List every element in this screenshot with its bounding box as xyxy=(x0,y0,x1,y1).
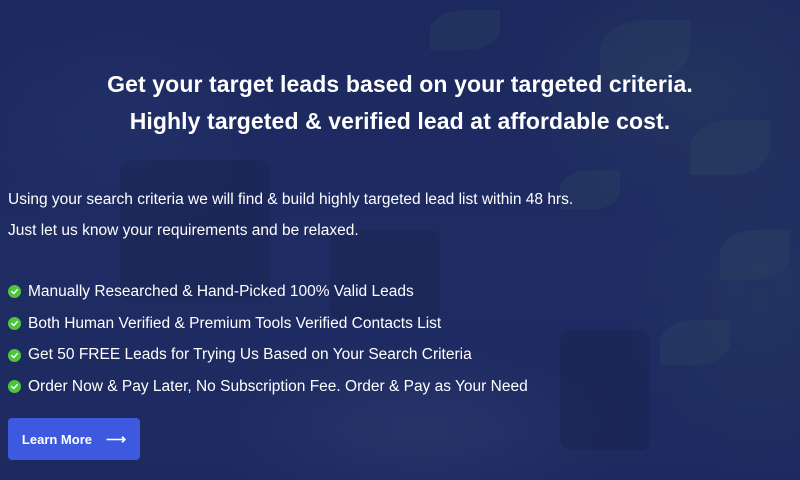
arrow-right-icon: ⟶ xyxy=(106,430,127,447)
feature-list: Manually Researched & Hand-Picked 100% V… xyxy=(8,276,528,403)
hero-headline: Get your target leads based on your targ… xyxy=(0,66,800,140)
intro-line-1: Using your search criteria we will find … xyxy=(8,191,574,208)
check-circle-icon xyxy=(8,285,21,299)
check-circle-icon xyxy=(8,380,21,394)
feature-item: Both Human Verified & Premium Tools Veri… xyxy=(8,308,528,340)
feature-text: Order Now & Pay Later, No Subscription F… xyxy=(28,377,528,395)
feature-text: Get 50 FREE Leads for Trying Us Based on… xyxy=(28,346,472,364)
check-circle-icon xyxy=(8,317,21,331)
intro-line-2: Just let us know your requirements and b… xyxy=(8,222,359,239)
hero-section: Get your target leads based on your targ… xyxy=(0,0,800,480)
hero-intro: Using your search criteria we will find … xyxy=(8,184,573,246)
feature-text: Manually Researched & Hand-Picked 100% V… xyxy=(28,282,414,300)
feature-item: Manually Researched & Hand-Picked 100% V… xyxy=(8,276,528,308)
learn-more-button[interactable]: Learn More ⟶ xyxy=(8,418,140,460)
learn-more-label: Learn More xyxy=(21,431,92,447)
feature-text: Both Human Verified & Premium Tools Veri… xyxy=(28,314,442,332)
feature-item: Order Now & Pay Later, No Subscription F… xyxy=(8,371,528,403)
feature-item: Get 50 FREE Leads for Trying Us Based on… xyxy=(8,339,528,371)
check-circle-icon xyxy=(8,348,21,362)
headline-line-2: Highly targeted & verified lead at affor… xyxy=(129,108,671,134)
headline-line-1: Get your target leads based on your targ… xyxy=(107,71,693,97)
